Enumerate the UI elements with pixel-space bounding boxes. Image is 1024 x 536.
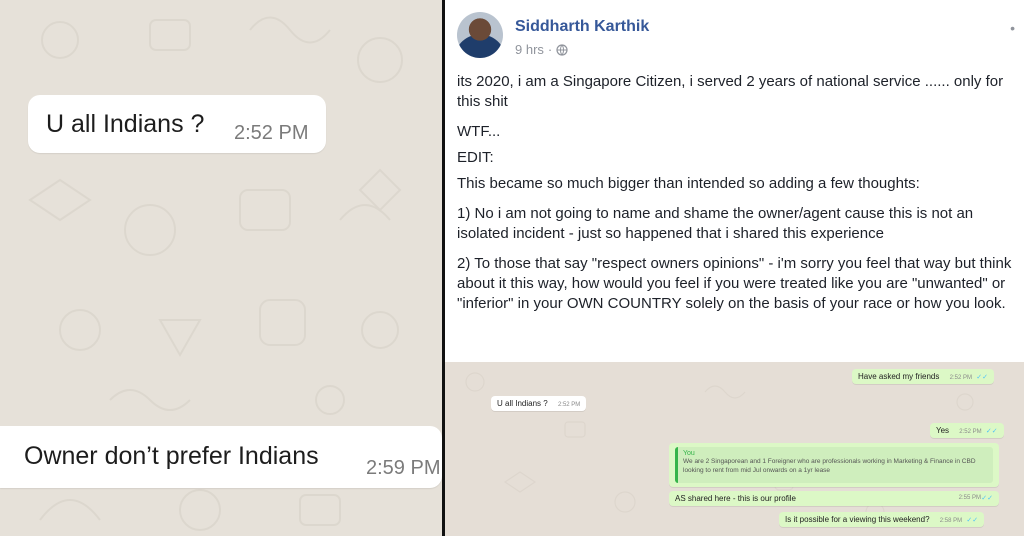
globe-icon (556, 43, 568, 56)
outgoing-quoted-message: You We are 2 Singaporean and 1 Foreigner… (669, 443, 999, 487)
message-text: Have asked my friends (858, 372, 940, 381)
message-text: Is it possible for a viewing this weeken… (785, 515, 930, 524)
post-paragraph: 1) No i am not going to name and shame t… (457, 205, 974, 242)
message-text: Yes (936, 426, 950, 435)
post-header: Siddharth Karthik 9 hrs · • (457, 12, 1017, 62)
quote-author: You (683, 450, 695, 457)
post-paragraph: WTF... (457, 123, 501, 140)
message-text: U all Indians ? (46, 110, 205, 138)
post-paragraph: 2) To those that say "respect owners opi… (457, 255, 1012, 312)
post-paragraph: EDIT: (457, 149, 494, 166)
quote-text: We are 2 Singaporean and 1 Foreigner who… (683, 458, 976, 474)
author-name[interactable]: Siddharth Karthik (515, 18, 649, 36)
post-paragraph: This became so much bigger than intended… (457, 175, 920, 192)
outgoing-message: Is it possible for a viewing this weeken… (779, 512, 985, 527)
message-time: 2:52 PM (959, 429, 982, 435)
read-receipt-icon: ✓✓ (976, 374, 988, 381)
facebook-post: Siddharth Karthik 9 hrs · • its 2020, i … (445, 0, 1024, 536)
avatar[interactable] (457, 12, 503, 58)
zoomed-chat-panel: U all Indians ? 2:52 PM Owner don’t pref… (0, 0, 442, 536)
message-time: 2:52 PM (557, 402, 581, 408)
read-receipt-icon: ✓✓ (981, 495, 993, 502)
message-time: 2:59 PM (366, 457, 441, 479)
zoom-message-bubble: Owner don’t prefer Indians 2:59 PM (0, 426, 442, 488)
zoom-message-bubble: U all Indians ? 2:52 PM (28, 95, 326, 153)
quoted-reply[interactable]: You We are 2 Singaporean and 1 Foreigner… (675, 447, 993, 483)
message-text: AS shared here - this is our profile (675, 494, 796, 503)
incoming-message: U all Indians ? 2:52 PM (491, 396, 587, 411)
outgoing-message: AS shared here - this is our profile 2:5… (669, 491, 999, 506)
message-text: Owner don’t prefer Indians (24, 442, 319, 470)
message-time: 2:58 PM (939, 518, 963, 524)
message-time: 2:52 PM (234, 122, 309, 144)
post-paragraph: its 2020, i am a Singapore Citizen, i se… (457, 73, 1004, 110)
outgoing-message: Yes 2:52 PM ✓✓ (930, 423, 1004, 438)
post-timestamp[interactable]: 9 hrs (515, 42, 544, 57)
embedded-chat-screenshot: Have asked my friends 2:52 PM ✓✓ U all I… (445, 362, 1024, 536)
read-receipt-icon: ✓✓ (985, 428, 998, 435)
read-receipt-icon: ✓✓ (966, 517, 979, 524)
message-time: 2:52 PM (949, 375, 972, 381)
more-options-icon[interactable]: • (1010, 20, 1015, 36)
post-meta: 9 hrs · (515, 42, 568, 57)
message-text: U all Indians ? (497, 399, 548, 408)
post-body: its 2020, i am a Singapore Citizen, i se… (457, 72, 1017, 324)
message-time: 2:55 PM (958, 495, 981, 501)
outgoing-message: Have asked my friends 2:52 PM ✓✓ (852, 369, 994, 384)
